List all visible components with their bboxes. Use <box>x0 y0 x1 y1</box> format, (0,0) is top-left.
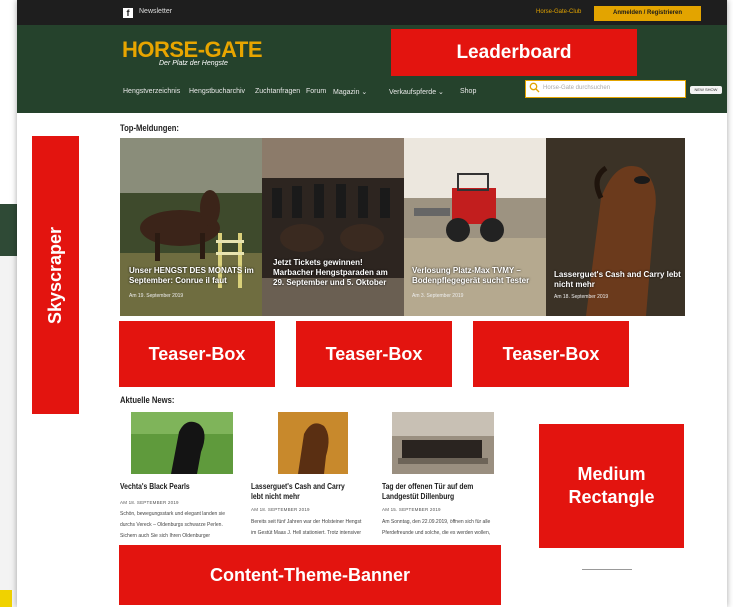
leaderboard-ad[interactable]: Leaderboard <box>391 29 637 76</box>
medium-rectangle-ad[interactable]: Medium Rectangle <box>539 424 684 548</box>
nav-item-zuchtanfragen[interactable]: Zuchtanfragen <box>255 88 300 95</box>
news-date-1: AM 18. SEPTEMBER 2019 <box>120 500 179 505</box>
newsletter-link[interactable]: Newsletter <box>139 8 172 15</box>
news-date-2: AM 18. SEPTEMBER 2019 <box>251 507 310 512</box>
club-link[interactable]: Horse-Gate-Club <box>536 9 581 15</box>
teaser-box-label: Teaser-Box <box>148 343 246 364</box>
teaser-box-ad-2[interactable]: Teaser-Box <box>296 321 452 387</box>
teaser-title-2[interactable]: Jetzt Tickets gewinnen! Marbacher Hengst… <box>273 258 397 288</box>
skyscraper-ad[interactable]: Skyscraper <box>32 136 79 414</box>
teaser-image-1[interactable] <box>120 138 262 316</box>
login-button[interactable]: Anmelden / Registrieren <box>594 6 701 21</box>
news-text-1: Schön, bewegungsstark und elegant landen… <box>120 511 226 539</box>
news-image-2[interactable] <box>278 412 348 474</box>
nav-item-hengstverzeichnis[interactable]: Hengstverzeichnis <box>123 88 180 95</box>
aktuelle-news-heading: Aktuelle News: <box>120 395 175 405</box>
site-tagline: Der Platz der Hengste <box>159 60 228 67</box>
teaser-image-3[interactable] <box>404 138 546 316</box>
facebook-icon[interactable]: f <box>123 8 133 18</box>
top-meldungen-heading: Top-Meldungen: <box>120 123 179 133</box>
teaser-title-1[interactable]: Unser HENGST DES MONATS im September: Co… <box>129 266 257 286</box>
medium-rectangle-label-2: Rectangle <box>568 487 655 507</box>
news-text-3: Am Sonntag, den 22.09.2019, öffnen sich … <box>382 519 491 536</box>
news-date-3: AM 15. SEPTEMBER 2019 <box>382 507 441 512</box>
teaser-box-ad-1[interactable]: Teaser-Box <box>119 321 275 387</box>
news-title-1[interactable]: Vechta's Black Pearls <box>120 482 248 492</box>
nav-item-forum[interactable]: Forum <box>306 88 326 95</box>
search-button[interactable]: NEW SHOW <box>690 86 722 94</box>
divider-line <box>582 569 632 570</box>
news-title-2[interactable]: Lasserguet's Cash and Carry lebt nicht m… <box>251 482 353 502</box>
news-text-2: Bereits seit fünf Jahren war der Holstei… <box>251 519 362 536</box>
news-image-3[interactable] <box>392 412 494 474</box>
nav-item-hengstbucharchiv[interactable]: Hengstbucharchiv <box>189 88 245 95</box>
content-theme-banner-label: Content-Theme-Banner <box>209 564 410 585</box>
carriage-photo <box>392 412 494 474</box>
teaser-box-label: Teaser-Box <box>502 343 600 364</box>
brown-horse-photo <box>278 412 348 474</box>
search-icon <box>529 82 540 93</box>
horse-jump-photo <box>120 138 262 316</box>
content-theme-banner-ad[interactable]: Content-Theme-Banner <box>119 545 501 605</box>
nav-item-verkaufspferde[interactable]: Verkaufspferde ⌄ <box>389 88 444 96</box>
nav-item-magazin[interactable]: Magazin ⌄ <box>333 88 367 96</box>
tractor-photo <box>404 138 546 316</box>
medium-rectangle-label-1: Medium <box>577 464 646 484</box>
search-placeholder: Horse-Gate durchsuchen <box>543 85 611 91</box>
news-image-1[interactable] <box>131 412 233 474</box>
teaser-box-label: Teaser-Box <box>325 343 423 364</box>
background-page-accent <box>0 590 12 607</box>
teaser-box-ad-3[interactable]: Teaser-Box <box>473 321 629 387</box>
teaser-title-4[interactable]: Lasserguet's Cash and Carry lebt nicht m… <box>554 270 682 290</box>
parade-photo <box>262 138 404 316</box>
teaser-title-3[interactable]: Verlosung Platz-Max TVMY – Bodenpflegege… <box>412 266 540 286</box>
leaderboard-label: Leaderboard <box>456 41 572 63</box>
black-horse-photo <box>131 412 233 474</box>
news-title-3[interactable]: Tag der offenen Tür auf dem Landgestüt D… <box>382 482 488 502</box>
nav-item-shop[interactable]: Shop <box>460 88 476 95</box>
teaser-date-1: Am 19. September 2019 <box>129 293 184 299</box>
skyscraper-label: Skyscraper <box>45 226 66 324</box>
teaser-date-3: Am 3. September 2019 <box>412 293 464 299</box>
teaser-date-4: Am 18. September 2019 <box>554 294 609 300</box>
teaser-image-2[interactable] <box>262 138 404 316</box>
